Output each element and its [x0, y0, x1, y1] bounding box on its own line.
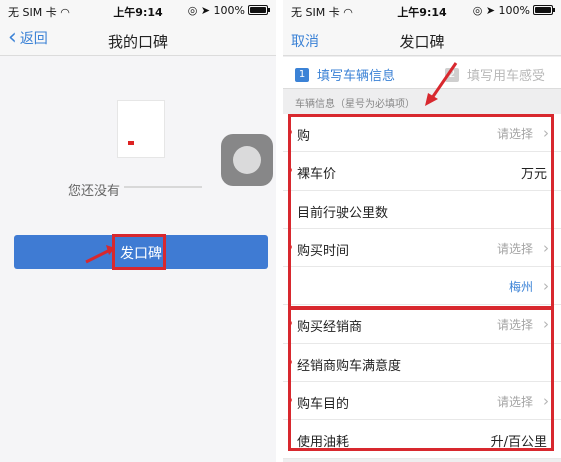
- highlight-box: [288, 114, 554, 309]
- tab-label: 填写用车感受: [467, 69, 546, 84]
- battery-icon: [248, 5, 270, 15]
- step-number: 1: [295, 67, 309, 82]
- nav-bar: ‹ 返回 我的口碑: [0, 22, 276, 56]
- empty-state-illustration: [117, 100, 165, 158]
- location-icon: ➤: [200, 4, 211, 17]
- status-bar: 无 SIM 卡 ◠ 上午9:14 ◎ ➤ 100%: [0, 0, 276, 22]
- annotation-arrow-icon: [85, 245, 115, 264]
- assistive-touch-button[interactable]: [221, 134, 273, 186]
- status-bar: 无 SIM 卡 ◠ 上午9:14 ◎ ➤ 100%: [283, 0, 561, 22]
- orientation-lock-icon: ◎: [472, 4, 483, 17]
- highlight-box: [112, 234, 166, 270]
- nav-bar: 取消 发口碑: [283, 22, 561, 56]
- battery-percent: 100%: [498, 4, 530, 17]
- battery-percent: 100%: [213, 4, 245, 17]
- tab-usage-feedback[interactable]: 2 填写用车感受: [445, 65, 545, 84]
- location-icon: ➤: [485, 4, 496, 17]
- tab-label: 填写车辆信息: [317, 69, 396, 84]
- empty-state-text: 您还没有: [68, 184, 121, 199]
- section-header: 车辆信息（星号为必填项）: [295, 99, 415, 110]
- orientation-lock-icon: ◎: [187, 4, 198, 17]
- page-title: 我的口碑: [107, 33, 168, 51]
- tab-vehicle-info[interactable]: 1 填写车辆信息: [295, 65, 395, 84]
- page-title: 发口碑: [399, 33, 445, 51]
- empty-state-divider: [124, 186, 202, 188]
- battery-icon: [533, 5, 555, 15]
- my-reviews-screen: 无 SIM 卡 ◠ 上午9:14 ◎ ➤ 100% ‹ 返回 我的口碑 您还没有…: [0, 0, 276, 462]
- highlight-box: [288, 307, 554, 451]
- annotation-arrow-icon: [425, 62, 458, 106]
